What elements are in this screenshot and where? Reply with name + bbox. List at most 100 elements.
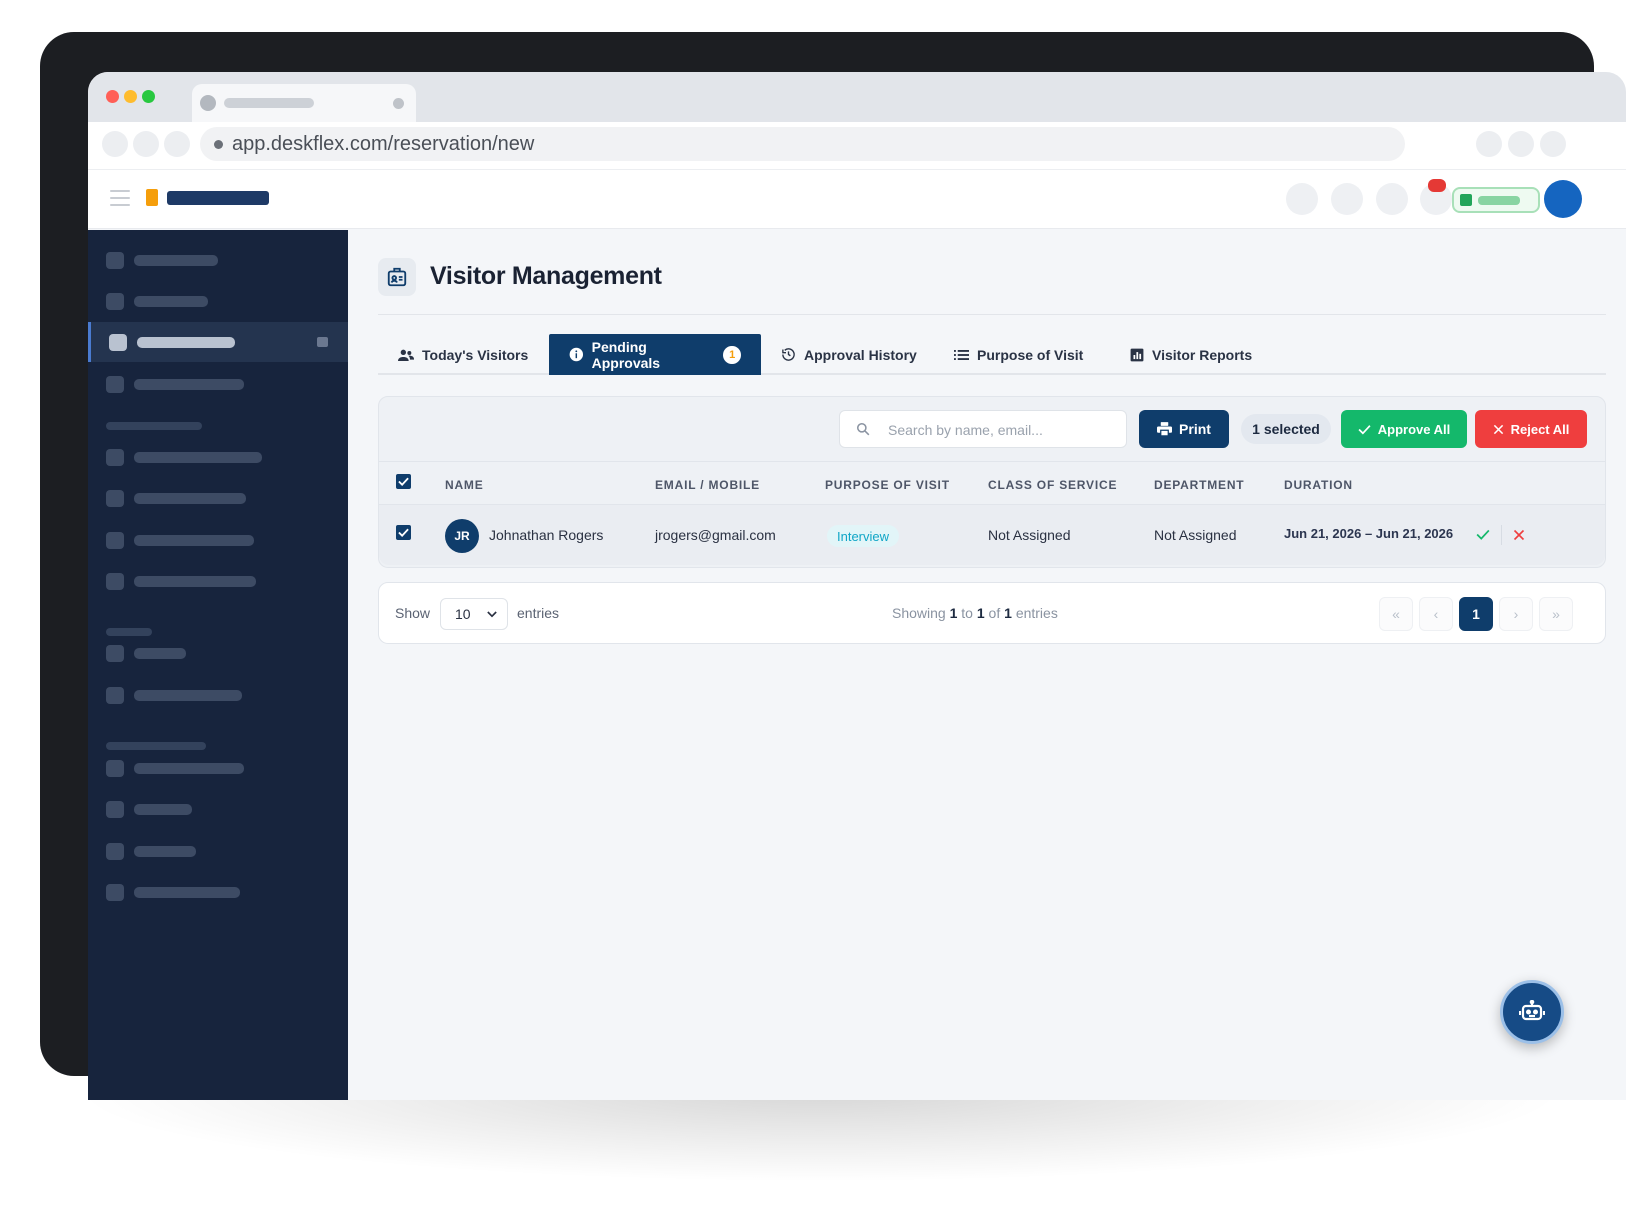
report-icon xyxy=(1130,348,1144,361)
row-checkbox[interactable] xyxy=(396,525,411,540)
browser-tab[interactable] xyxy=(192,84,416,124)
forward-button[interactable] xyxy=(133,131,159,157)
selected-count-badge: 1 selected xyxy=(1241,414,1331,444)
reload-button[interactable] xyxy=(164,131,190,157)
print-button[interactable]: Print xyxy=(1139,410,1229,448)
approve-all-button[interactable]: Approve All xyxy=(1341,410,1467,448)
sidebar-item[interactable] xyxy=(88,872,348,912)
header-action-button[interactable] xyxy=(1331,183,1363,215)
visitor-name: Johnathan Rogers xyxy=(489,527,604,543)
sidebar-item[interactable] xyxy=(88,789,348,829)
sidebar-item[interactable] xyxy=(88,240,348,280)
sidebar-item[interactable] xyxy=(88,281,348,321)
hamburger-menu-icon[interactable] xyxy=(110,190,130,206)
sidebar-item[interactable] xyxy=(88,364,348,404)
header-action-button[interactable] xyxy=(1376,183,1408,215)
header-action-button[interactable] xyxy=(1286,183,1318,215)
info-icon xyxy=(569,347,584,362)
prev-page-button[interactable]: ‹ xyxy=(1419,597,1453,631)
site-info-icon[interactable] xyxy=(214,140,223,149)
table-header-row: NAME EMAIL / MOBILE PURPOSE OF VISIT CLA… xyxy=(379,461,1605,505)
main-content: Visitor Management Today's Visitors Pend… xyxy=(348,230,1626,1100)
sidebar-item[interactable] xyxy=(88,520,348,560)
sidebar-item-icon xyxy=(106,843,124,860)
tab-label: Pending Approvals xyxy=(591,338,661,371)
history-icon xyxy=(782,348,795,361)
sidebar-item-active[interactable] xyxy=(88,322,348,362)
check-icon xyxy=(1358,424,1371,435)
page-button-current[interactable]: 1 xyxy=(1459,597,1493,631)
sidebar-item[interactable] xyxy=(88,633,348,673)
close-window-button[interactable] xyxy=(106,90,119,103)
last-page-button[interactable]: » xyxy=(1539,597,1573,631)
approve-row-icon[interactable] xyxy=(1476,529,1490,540)
page-size-select[interactable]: 10 xyxy=(440,598,508,630)
pending-count-badge: 1 xyxy=(723,345,742,364)
sidebar-item-icon xyxy=(106,760,124,777)
sidebar-item[interactable] xyxy=(88,478,348,518)
minimize-window-button[interactable] xyxy=(124,90,137,103)
sidebar-item[interactable] xyxy=(88,437,348,477)
sidebar-item[interactable] xyxy=(88,561,348,601)
browser-tabbar xyxy=(88,72,1626,124)
first-page-button[interactable]: « xyxy=(1379,597,1413,631)
page-size-value: 10 xyxy=(455,606,471,622)
tab-bar: Today's Visitors Pending Approvals 1 App… xyxy=(378,334,1606,375)
next-page-button[interactable]: › xyxy=(1499,597,1533,631)
assistant-button[interactable] xyxy=(1500,980,1564,1044)
sidebar-item-icon xyxy=(106,293,124,310)
sidebar-item-icon xyxy=(106,490,124,507)
logo-icon xyxy=(146,189,158,206)
close-tab-icon[interactable] xyxy=(393,98,404,109)
tab-todays-visitors[interactable]: Today's Visitors xyxy=(378,334,548,375)
reject-all-button[interactable]: Reject All xyxy=(1475,410,1587,448)
column-header-duration[interactable]: DURATION xyxy=(1284,478,1353,492)
table-row[interactable]: JR Johnathan Rogers jrogers@gmail.com In… xyxy=(379,505,1605,565)
sidebar-item[interactable] xyxy=(88,831,348,871)
tab-visitor-reports[interactable]: Visitor Reports xyxy=(1110,334,1272,375)
column-header-name[interactable]: NAME xyxy=(445,478,484,492)
extension-button[interactable] xyxy=(1476,131,1502,157)
sidebar-item-icon xyxy=(106,376,124,393)
reject-all-label: Reject All xyxy=(1510,421,1570,437)
tab-pending-approvals[interactable]: Pending Approvals 1 xyxy=(549,334,761,375)
sidebar-item-icon xyxy=(106,687,124,704)
sidebar-item[interactable] xyxy=(88,748,348,788)
back-button[interactable] xyxy=(102,131,128,157)
app-header xyxy=(88,170,1626,229)
url-text: app.deskflex.com/reservation/new xyxy=(232,133,535,155)
search-icon xyxy=(856,422,870,436)
search-field[interactable] xyxy=(839,410,1127,448)
browser-tab-title-placeholder xyxy=(224,98,314,108)
maximize-window-button[interactable] xyxy=(142,90,155,103)
favicon-icon xyxy=(200,95,216,111)
status-toggle[interactable] xyxy=(1452,187,1540,213)
checkmark-icon xyxy=(398,477,409,486)
sidebar-item-icon xyxy=(106,645,124,662)
tab-approval-history[interactable]: Approval History xyxy=(761,334,937,375)
column-header-department[interactable]: DEPARTMENT xyxy=(1154,478,1244,492)
browser-address-row: app.deskflex.com/reservation/new xyxy=(88,122,1626,170)
extension-button[interactable] xyxy=(1508,131,1534,157)
sidebar-item-indicator xyxy=(317,337,328,347)
column-header-class[interactable]: CLASS OF SERVICE xyxy=(988,478,1117,492)
tab-label: Approval History xyxy=(804,346,917,363)
sidebar-item-icon xyxy=(106,801,124,818)
tab-label: Today's Visitors xyxy=(422,346,529,363)
sidebar-item[interactable] xyxy=(88,675,348,715)
visitor-email: jrogers@gmail.com xyxy=(655,527,776,543)
column-header-purpose[interactable]: PURPOSE OF VISIT xyxy=(825,478,950,492)
print-button-label: Print xyxy=(1179,421,1211,437)
address-bar[interactable]: app.deskflex.com/reservation/new xyxy=(200,127,1405,161)
column-header-email[interactable]: EMAIL / MOBILE xyxy=(655,478,760,492)
user-avatar[interactable] xyxy=(1544,180,1582,218)
select-all-checkbox[interactable] xyxy=(396,474,411,489)
sidebar-item-icon xyxy=(109,334,127,351)
reject-row-icon[interactable] xyxy=(1513,529,1525,541)
purpose-badge: Interview xyxy=(827,525,900,547)
duration: Jun 21, 2026 – Jun 21, 2026 xyxy=(1284,526,1454,541)
device-frame: app.deskflex.com/reservation/new Visitor… xyxy=(40,32,1626,1100)
tab-purpose-of-visit[interactable]: Purpose of Visit xyxy=(934,334,1103,375)
search-input[interactable] xyxy=(888,419,1108,441)
browser-menu-button[interactable] xyxy=(1540,131,1566,157)
